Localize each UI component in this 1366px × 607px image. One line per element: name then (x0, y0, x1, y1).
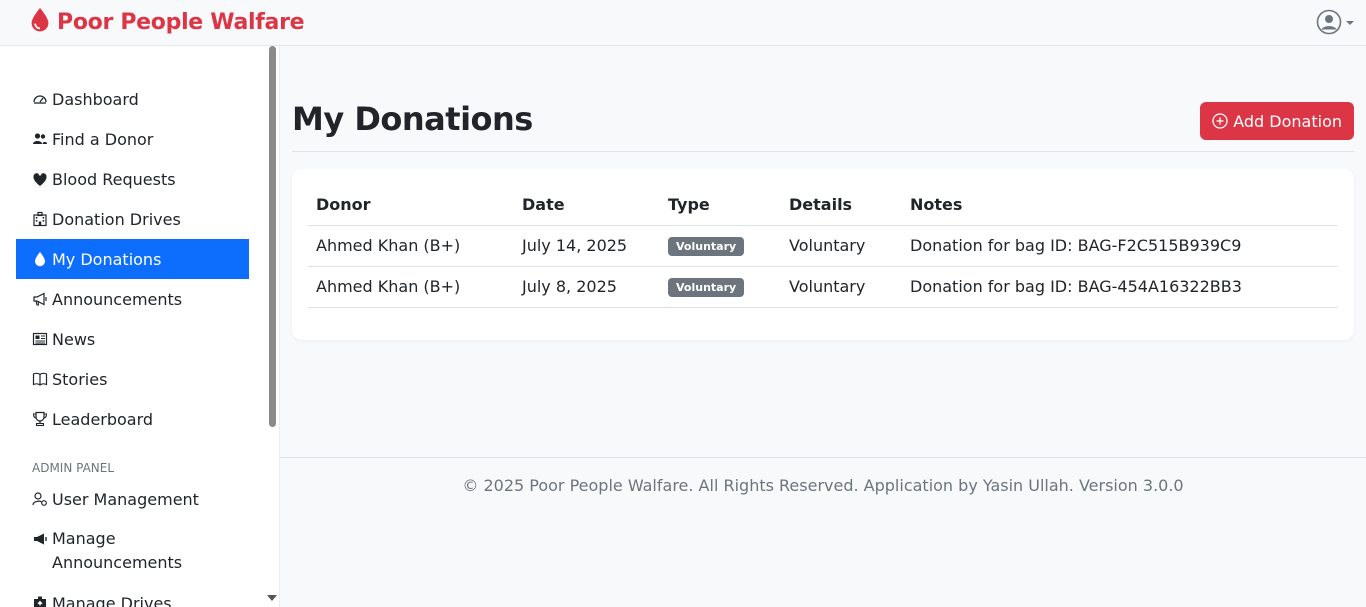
cell-type: Voluntary (660, 225, 781, 267)
droplet-icon (30, 7, 50, 38)
megaphone-icon (32, 291, 48, 307)
cell-donor: Ahmed Khan (B+) (308, 266, 514, 308)
sidebar-item-label: Manage Announcements (52, 529, 183, 572)
top-navbar: Poor People Walfare (0, 0, 1366, 46)
cell-date: July 14, 2025 (514, 225, 660, 267)
sidebar-item-label: Donation Drives (52, 209, 181, 229)
sidebar-nav: Dashboard Find a Donor Blood Requests Do… (16, 79, 249, 607)
sidebar-item-news[interactable]: News (16, 319, 249, 359)
sidebar: Dashboard Find a Donor Blood Requests Do… (0, 46, 280, 607)
sidebar-item-label: Leaderboard (52, 409, 154, 429)
footer-text: © 2025 Poor People Walfare. All Rights R… (462, 476, 1184, 495)
people-icon (32, 131, 48, 147)
user-circle-icon (1316, 9, 1342, 35)
plus-circle-icon (1212, 113, 1228, 129)
user-gear-icon (32, 491, 48, 507)
sidebar-item-leaderboard[interactable]: Leaderboard (16, 399, 249, 439)
sidebar-item-find-donor[interactable]: Find a Donor (16, 119, 249, 159)
speedometer-icon (32, 91, 48, 107)
cell-type: Voluntary (660, 266, 781, 308)
sidebar-item-user-management[interactable]: User Management (16, 479, 249, 519)
donations-table: Donor Date Type Details Notes Ahmed Khan… (308, 184, 1338, 308)
sidebar-item-label: User Management (52, 489, 199, 509)
sidebar-item-dashboard[interactable]: Dashboard (16, 79, 249, 119)
admin-panel-heading: ADMIN PANEL (32, 461, 115, 475)
table-header-row: Donor Date Type Details Notes (308, 184, 1338, 226)
type-badge: Voluntary (668, 237, 745, 256)
scroll-down-arrow-icon[interactable] (267, 595, 277, 601)
scrollbar-thumb[interactable] (269, 46, 276, 427)
heart-drop-icon (32, 171, 48, 187)
page-title: My Donations (292, 100, 533, 138)
sidebar-item-label: Find a Donor (52, 129, 154, 149)
add-donation-button[interactable]: Add Donation (1200, 102, 1354, 140)
sidebar-item-blood-requests[interactable]: Blood Requests (16, 159, 249, 199)
column-header-details: Details (781, 184, 902, 226)
user-menu-toggle[interactable] (1316, 9, 1354, 35)
sidebar-item-stories[interactable]: Stories (16, 359, 249, 399)
sidebar-item-label: Blood Requests (52, 169, 176, 189)
sidebar-item-label: Announcements (52, 289, 183, 309)
cell-date: July 8, 2025 (514, 266, 660, 308)
sidebar-item-announcements[interactable]: Announcements (16, 279, 249, 319)
hospital-icon (32, 211, 48, 227)
brand-name: Poor People Walfare (57, 10, 305, 35)
sidebar-item-manage-announcements[interactable]: Manage Announcements (16, 519, 249, 583)
sidebar-item-label: Manage Drives (52, 593, 172, 607)
megaphone-fill-icon (32, 531, 48, 547)
type-badge: Voluntary (668, 278, 745, 297)
table-row: Ahmed Khan (B+) July 14, 2025 Voluntary … (308, 225, 1338, 267)
trophy-icon (32, 411, 48, 427)
cell-details: Voluntary (781, 225, 902, 267)
table-row: Ahmed Khan (B+) July 8, 2025 Voluntary V… (308, 266, 1338, 308)
sidebar-item-my-donations[interactable]: My Donations (16, 239, 249, 279)
sidebar-item-label: News (52, 329, 96, 349)
page-header: My Donations Add Donation (292, 100, 1354, 152)
hospital-fill-icon (32, 595, 48, 607)
cell-details: Voluntary (781, 266, 902, 308)
sidebar-item-label: My Donations (52, 249, 162, 269)
sidebar-item-label: Stories (52, 369, 108, 389)
column-header-notes: Notes (902, 184, 1338, 226)
donations-card: Donor Date Type Details Notes Ahmed Khan… (292, 169, 1354, 340)
droplet-icon (32, 251, 48, 267)
column-header-date: Date (514, 184, 660, 226)
cell-notes: Donation for bag ID: BAG-F2C515B939C9 (902, 225, 1338, 267)
newspaper-icon (32, 331, 48, 347)
sidebar-scrollbar[interactable] (266, 46, 278, 607)
book-icon (32, 371, 48, 387)
brand-link[interactable]: Poor People Walfare (30, 7, 305, 38)
chevron-down-icon (1346, 21, 1354, 25)
footer: © 2025 Poor People Walfare. All Rights R… (280, 457, 1366, 495)
column-header-type: Type (660, 184, 781, 226)
sidebar-item-label: Dashboard (52, 89, 139, 109)
cell-notes: Donation for bag ID: BAG-454A16322BB3 (902, 266, 1338, 308)
sidebar-item-donation-drives[interactable]: Donation Drives (16, 199, 249, 239)
cell-donor: Ahmed Khan (B+) (308, 225, 514, 267)
sidebar-item-manage-drives[interactable]: Manage Drives (16, 583, 249, 607)
add-donation-label: Add Donation (1233, 111, 1342, 131)
column-header-donor: Donor (308, 184, 514, 226)
